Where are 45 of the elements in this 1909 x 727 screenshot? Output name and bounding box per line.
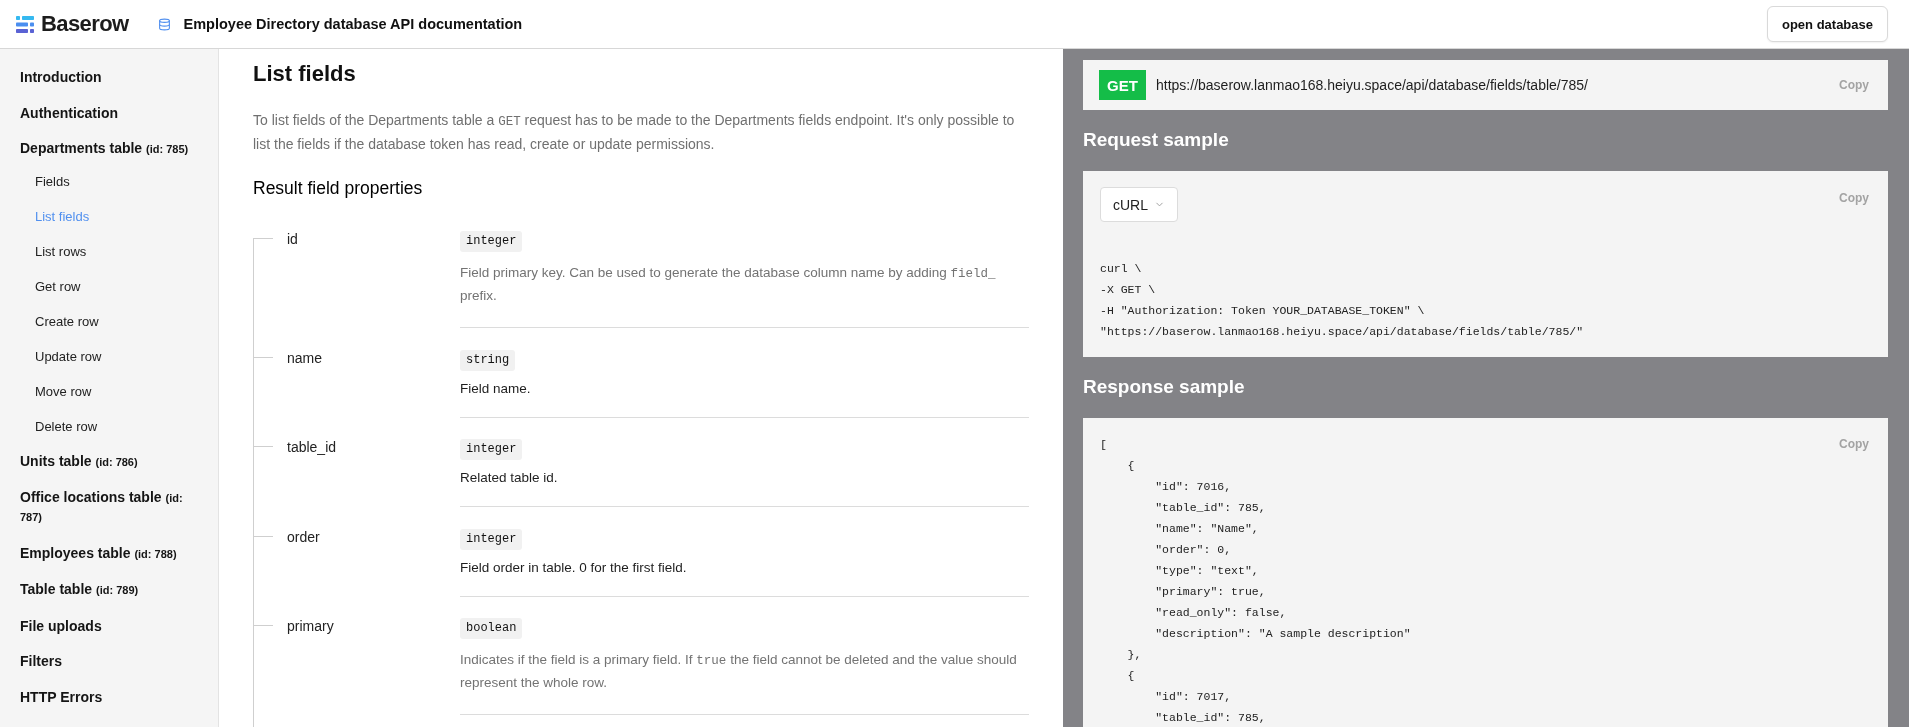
- sidebar-link[interactable]: Filters: [20, 644, 206, 680]
- intro-text: To list fields of the Departments table a GET request has to be made to the Departments fields endpoint. It's only possible to list the fields if the database token has read, create or update permissions.: [253, 111, 1016, 154]
- field-type: string: [460, 349, 516, 371]
- page-heading: List fields: [253, 60, 357, 88]
- sidebar-sublink[interactable]: Delete row: [35, 408, 206, 444]
- sidebar-sublink[interactable]: List rows: [35, 233, 206, 269]
- field-name: table_id: [287, 439, 337, 455]
- open-database-button[interactable]: open database: [1766, 6, 1888, 42]
- field-name: name: [287, 349, 323, 366]
- sidebar-sublink[interactable]: Get row: [35, 268, 206, 304]
- sidebar-sublink[interactable]: Create row: [35, 303, 206, 339]
- field-description: Indicates if the field is a primary field. If true the field cannot be deleted and the value should represent the whole row.: [460, 651, 1018, 692]
- sidebar-sublink[interactable]: Move row: [35, 373, 206, 409]
- field-type: boolean: [460, 618, 523, 639]
- sidebar-link[interactable]: Units table (id: 786): [20, 443, 206, 481]
- field-description: Field order in table. 0 for the first field.: [460, 558, 688, 577]
- field-type: integer: [460, 439, 523, 460]
- sidebar-link[interactable]: Office locations table (id: 787): [20, 480, 206, 536]
- sidebar-sublink[interactable]: Update row: [35, 338, 206, 374]
- field-name: primary: [287, 618, 334, 634]
- field-description: Field primary key. Can be used to generate the database column name by adding field_ prefix.: [460, 264, 997, 305]
- sidebar-link[interactable]: File uploads: [20, 608, 206, 645]
- endpoint-url: https://baserow.lanmao168.heiyu.space/api/database/fields/table/785/: [1156, 77, 1588, 93]
- language-select[interactable]: cURL: [1100, 187, 1178, 222]
- field-name: id: [287, 231, 298, 247]
- sidebar-link[interactable]: HTTP Errors: [20, 679, 206, 716]
- sample-heading: Request sample: [1083, 128, 1230, 152]
- section-heading: Result field properties: [253, 177, 424, 200]
- sidebar-link[interactable]: Introduction: [20, 60, 206, 96]
- field-description: Field name.: [460, 379, 532, 398]
- logo-icon: [16, 15, 34, 33]
- field-description: Related table id.: [460, 469, 559, 487]
- page-title: Employee Directory database API documentation: [183, 16, 523, 32]
- sidebar-link[interactable]: Authentication: [20, 95, 206, 132]
- response-code: [ { "id": 7016, "table_id": 785, "name": "Name", "order": 0, "type": "text", "primary": true, "read_only": false, "description": "A sample description" }, { "id": 7017, "table_id": 785,: [1100, 436, 1412, 726]
- sidebar-link[interactable]: Table table (id: 789): [20, 572, 206, 609]
- sample-heading: Response sample: [1083, 375, 1246, 399]
- method-badge: GET: [1099, 70, 1146, 100]
- request-code: curl \ -X GET \ -H "Authorization: Token YOUR_DATABASE_TOKEN" \ "https://baserow.lanmao168.heiyu.space/api/database/fields/table/785/": [1100, 261, 1585, 340]
- field-type: integer: [460, 231, 523, 252]
- database-icon: [157, 17, 171, 31]
- logo-text: Baserow: [41, 11, 129, 37]
- field-type: integer: [460, 528, 523, 550]
- sidebar-link[interactable]: Employees table (id: 788): [20, 535, 206, 573]
- field-name: order: [287, 528, 320, 545]
